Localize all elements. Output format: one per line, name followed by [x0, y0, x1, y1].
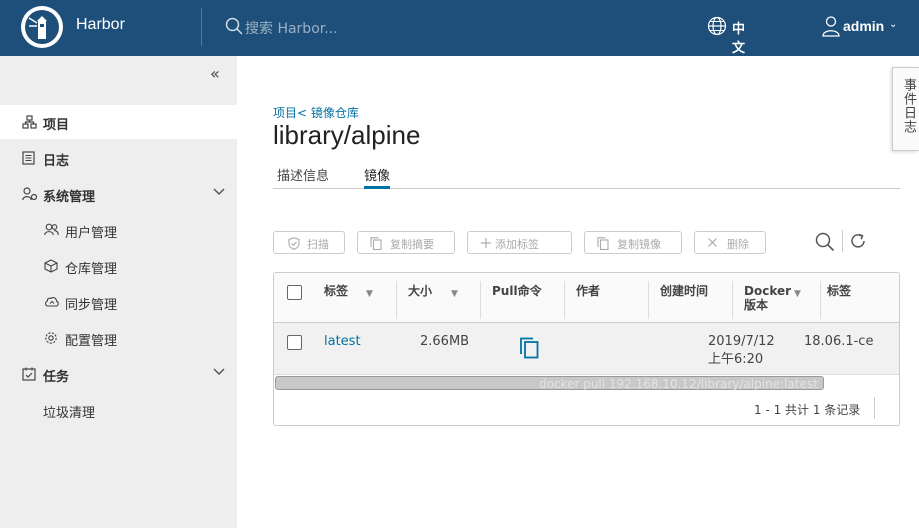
event-log-tab[interactable]: 事件日志	[892, 67, 919, 151]
copy-icon	[370, 237, 382, 250]
close-icon	[708, 238, 717, 247]
column-header-tag[interactable]: 标签 ▼	[314, 273, 396, 323]
sidebar-item-registries[interactable]: 仓库管理	[0, 249, 237, 283]
footer-divider	[874, 397, 875, 419]
sidebar-subitem-label: 仓库管理	[65, 262, 118, 277]
admin-icon	[22, 187, 38, 201]
sidebar-item-label: 任务	[43, 370, 70, 385]
tag-link[interactable]: latest	[324, 334, 361, 349]
sidebar-item-projects[interactable]: 项目	[0, 105, 237, 139]
created-time: 上午6:20	[708, 352, 764, 367]
column-header-author[interactable]: 作者	[565, 273, 648, 323]
sidebar-item-replications[interactable]: 同步管理	[0, 285, 237, 319]
log-icon	[22, 151, 35, 165]
sidebar-subitem-label: 用户管理	[65, 226, 118, 241]
filter-icon[interactable]: ▼	[794, 289, 801, 299]
sidebar-subitem-label: 同步管理	[65, 298, 118, 313]
pagination-summary: 1 - 1 共计 1 条记录	[754, 403, 861, 417]
search-icon[interactable]	[815, 232, 835, 252]
image-size: 2.66MB	[420, 334, 470, 349]
tab-info[interactable]: 描述信息	[277, 165, 329, 189]
chevron-down-icon	[213, 368, 225, 376]
tab-bar: 描述信息 镜像	[273, 160, 900, 189]
gear-icon	[45, 332, 57, 344]
refresh-icon[interactable]	[849, 232, 867, 250]
plus-icon	[481, 238, 491, 248]
add-label-button-label: 添加标签	[495, 238, 539, 251]
sidebar: « 项目 日志 系统管理 用户管理 仓库管理 同步管理 配置管理 任务 垃圾清理	[0, 56, 237, 528]
chevron-down-icon	[213, 188, 225, 196]
horizontal-scrollbar[interactable]: docker pull 192.168.10.12/library/alpine…	[274, 374, 899, 391]
sidebar-item-garbage-collection[interactable]: 垃圾清理	[0, 393, 237, 427]
harbor-logo[interactable]	[21, 6, 63, 48]
tasks-icon	[22, 367, 36, 381]
copy-pull-command-icon[interactable]	[519, 337, 539, 359]
add-label-button[interactable]: 添加标签	[467, 231, 572, 254]
scan-button-label: 扫描	[307, 238, 329, 251]
column-header-docker-version[interactable]: Docker 版本 ▼	[733, 273, 816, 323]
header-divider	[201, 8, 202, 46]
copy-digest-button[interactable]: 复制摘要	[357, 231, 455, 254]
grid-header: 标签 ▼ 大小 ▼ Pull命令 作者 创建时间 Docker 版本 ▼ 标签	[274, 273, 899, 323]
user-icon	[822, 16, 840, 37]
language-label: 中文简体	[732, 22, 746, 94]
sidebar-item-label: 日志	[43, 154, 70, 169]
delete-button-label: 删除	[727, 238, 749, 251]
column-header-labels[interactable]: 标签	[821, 273, 899, 323]
column-header-size[interactable]: 大小 ▼	[397, 273, 480, 323]
app-header: Harbor 搜索 Harbor... 中文简体 admin ⌄	[0, 0, 919, 94]
users-icon	[44, 223, 59, 236]
username: admin	[843, 18, 885, 34]
search-input[interactable]: 搜索 Harbor...	[245, 18, 338, 38]
grid-footer: 1 - 1 共计 1 条记录	[274, 391, 899, 425]
sidebar-item-logs[interactable]: 日志	[0, 141, 237, 175]
collapse-sidebar-icon[interactable]: «	[210, 64, 220, 83]
replication-icon	[45, 297, 59, 307]
registry-icon	[44, 259, 58, 273]
brand-name: Harbor	[76, 16, 125, 33]
sidebar-item-tasks[interactable]: 任务	[0, 357, 237, 391]
select-all-checkbox[interactable]	[287, 285, 302, 300]
breadcrumb[interactable]: 项目< 镜像仓库	[273, 104, 359, 121]
projects-icon	[22, 115, 37, 129]
scan-button[interactable]: 扫描	[273, 231, 345, 254]
image-tags-grid: 标签 ▼ 大小 ▼ Pull命令 作者 创建时间 Docker 版本 ▼ 标签	[273, 272, 900, 426]
copy-digest-button-label: 复制摘要	[390, 238, 434, 251]
globe-icon	[707, 16, 727, 36]
scrollbar-thumb[interactable]: docker pull 192.168.10.12/library/alpine…	[275, 376, 824, 391]
search-icon	[225, 17, 243, 35]
row-checkbox[interactable]	[287, 335, 302, 350]
pull-command-text: docker pull 192.168.10.12/library/alpine…	[539, 377, 818, 391]
copy-icon	[597, 237, 609, 250]
column-header-created[interactable]: 创建时间	[649, 273, 732, 323]
copy-image-button-label: 复制镜像	[617, 238, 661, 251]
toolbar-divider	[842, 230, 843, 252]
docker-version: 18.06.1-ce	[804, 334, 874, 349]
created-date: 2019/7/12	[708, 334, 775, 349]
sidebar-item-label: 系统管理	[43, 190, 96, 205]
filter-icon[interactable]: ▼	[366, 289, 373, 299]
sidebar-subitem-label: 垃圾清理	[43, 406, 96, 421]
sidebar-item-label: 项目	[43, 118, 70, 133]
column-header-pull-command[interactable]: Pull命令	[481, 273, 564, 323]
tab-images[interactable]: 镜像	[364, 165, 391, 189]
sidebar-item-administration[interactable]: 系统管理	[0, 177, 237, 211]
table-row[interactable]: latest 2.66MB 2019/7/12 上午6:20 18.06.1-c…	[274, 323, 899, 375]
sidebar-subitem-label: 配置管理	[65, 334, 118, 349]
sidebar-item-configuration[interactable]: 配置管理	[0, 321, 237, 355]
shield-icon	[288, 237, 300, 250]
event-log-label: 事件日志	[901, 78, 916, 134]
delete-button[interactable]: 删除	[694, 231, 766, 254]
filter-icon[interactable]: ▼	[451, 289, 458, 299]
global-search[interactable]: 搜索 Harbor...	[225, 16, 425, 38]
chevron-down-icon: ⌄	[889, 19, 898, 30]
page-title: library/alpine	[273, 120, 421, 150]
copy-image-button[interactable]: 复制镜像	[584, 231, 682, 254]
sidebar-item-users[interactable]: 用户管理	[0, 213, 237, 247]
